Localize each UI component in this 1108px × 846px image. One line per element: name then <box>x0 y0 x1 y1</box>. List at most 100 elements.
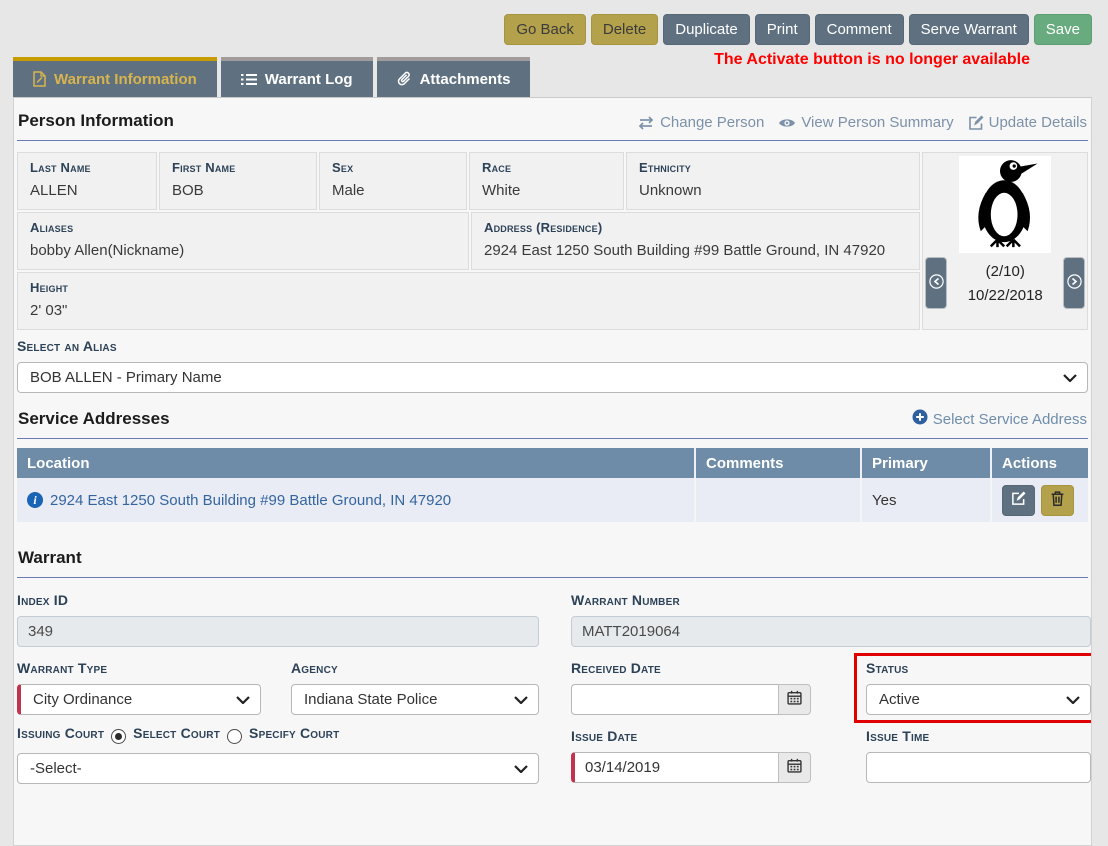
issue-time-group: Issue Time <box>866 728 1091 784</box>
table-row: i 2924 East 1250 South Building #99 Batt… <box>17 478 1088 522</box>
status-value: Active <box>879 691 920 708</box>
received-date-input[interactable] <box>571 684 778 715</box>
person-photo-carousel: (2/10) 10/22/2018 <box>922 152 1088 330</box>
issuing-court-select[interactable]: -Select- <box>17 753 539 784</box>
received-date-group: Received Date <box>571 660 811 715</box>
warrant-form: Index ID Warrant Number Warrant Type Cit… <box>17 592 1088 784</box>
delete-button[interactable]: Delete <box>591 14 658 45</box>
chevron-down-icon <box>514 760 528 777</box>
save-button[interactable]: Save <box>1034 14 1092 45</box>
warrant-number-label: Warrant Number <box>571 592 1091 608</box>
issue-date-input[interactable] <box>571 752 778 783</box>
update-details-link[interactable]: Update Details <box>968 114 1087 131</box>
service-addresses-title: Service Addresses <box>18 409 170 429</box>
select-service-address-label: Select Service Address <box>933 411 1087 428</box>
status-select[interactable]: Active <box>866 684 1091 715</box>
previous-photo-button[interactable] <box>925 257 947 309</box>
column-actions: Actions <box>990 448 1088 478</box>
serve-warrant-button[interactable]: Serve Warrant <box>909 14 1029 45</box>
warrant-type-select[interactable]: City Ordinance <box>17 684 261 715</box>
edit-pencil-icon <box>1011 491 1026 509</box>
select-an-alias-label: Select an Alias <box>17 338 1088 354</box>
exchange-icon <box>637 116 655 130</box>
issue-date-group: Issue Date <box>571 728 811 784</box>
person-photo <box>959 156 1051 253</box>
column-primary: Primary <box>860 448 990 478</box>
tab-warrant-log[interactable]: Warrant Log <box>221 57 373 97</box>
activate-unavailable-notice: The Activate button is no longer availab… <box>714 51 1030 69</box>
person-information-title: Person Information <box>18 111 174 131</box>
service-addresses-table: Location Comments Primary Actions i 2924… <box>17 448 1088 522</box>
change-person-link[interactable]: Change Person <box>637 114 764 131</box>
tab-warrant-information[interactable]: Warrant Information <box>13 57 217 97</box>
person-info-grid: Last NameALLEN First NameBOB SexMale Rac… <box>17 152 1088 330</box>
select-court-label: Select Court <box>133 725 220 741</box>
warrant-header: Warrant <box>17 548 1088 578</box>
update-details-label: Update Details <box>989 114 1087 131</box>
alias-select-block: Select an Alias BOB ALLEN - Primary Name <box>17 338 1088 393</box>
agency-select[interactable]: Indiana State Police <box>291 684 539 715</box>
specify-court-radio[interactable] <box>227 729 242 744</box>
warrant-number-group: Warrant Number <box>571 592 1091 647</box>
issue-time-input[interactable] <box>866 752 1091 783</box>
field-race: RaceWhite <box>469 152 624 210</box>
calendar-icon <box>787 690 802 710</box>
alias-select-value: BOB ALLEN - Primary Name <box>30 369 222 386</box>
duplicate-button[interactable]: Duplicate <box>663 14 750 45</box>
chevron-down-icon <box>514 691 528 708</box>
column-comments: Comments <box>694 448 860 478</box>
next-photo-button[interactable] <box>1063 257 1085 309</box>
warrant-type-value: City Ordinance <box>33 691 132 708</box>
chevron-down-icon <box>1066 691 1080 708</box>
list-icon <box>241 73 257 86</box>
chevron-down-icon <box>236 691 250 708</box>
change-person-label: Change Person <box>660 114 764 131</box>
tab-label: Warrant Information <box>54 71 197 88</box>
row-comments <box>694 478 860 522</box>
plus-circle-icon <box>912 409 928 429</box>
warrant-number-input <box>571 616 1091 647</box>
field-last-name: Last NameALLEN <box>17 152 157 210</box>
select-service-address-link[interactable]: Select Service Address <box>912 409 1087 429</box>
column-location: Location <box>17 448 694 478</box>
warrant-type-label: Warrant Type <box>17 660 261 676</box>
issuing-court-value: -Select- <box>30 760 82 777</box>
agency-value: Indiana State Police <box>304 691 437 708</box>
warrant-information-panel: Person Information Change Person View Pe… <box>13 97 1092 846</box>
table-header: Location Comments Primary Actions <box>17 448 1088 478</box>
field-address-residence: Address (Residence)2924 East 1250 South … <box>471 212 920 270</box>
penguin-image <box>963 156 1047 253</box>
warrant-title: Warrant <box>18 548 82 568</box>
toolbar: Go Back Delete Duplicate Print Comment S… <box>504 14 1092 45</box>
select-court-radio[interactable] <box>111 729 126 744</box>
calendar-icon <box>787 758 802 778</box>
tab-attachments[interactable]: Attachments <box>377 57 531 97</box>
service-addresses-header: Service Addresses Select Service Address <box>17 409 1088 439</box>
field-ethnicity: EthnicityUnknown <box>626 152 920 210</box>
issuing-court-label: Issuing Court <box>17 725 104 741</box>
field-sex: SexMale <box>319 152 467 210</box>
delete-address-button[interactable] <box>1041 485 1074 516</box>
eye-icon <box>778 117 796 129</box>
calendar-button[interactable] <box>778 684 811 715</box>
go-back-button[interactable]: Go Back <box>504 14 586 45</box>
index-id-label: Index ID <box>17 592 539 608</box>
field-height: Height2' 03" <box>17 272 920 330</box>
service-address-link[interactable]: 2924 East 1250 South Building #99 Battle… <box>50 492 451 509</box>
calendar-button[interactable] <box>778 752 811 783</box>
agency-label: Agency <box>291 660 539 676</box>
comment-button[interactable]: Comment <box>815 14 904 45</box>
index-id-input <box>17 616 539 647</box>
tab-label: Attachments <box>420 71 511 88</box>
print-button[interactable]: Print <box>755 14 810 45</box>
info-icon[interactable]: i <box>27 492 43 508</box>
status-label: Status <box>866 660 1091 676</box>
alias-select[interactable]: BOB ALLEN - Primary Name <box>17 362 1088 393</box>
field-first-name: First NameBOB <box>159 152 317 210</box>
tab-bar: Warrant Information Warrant Log Attachme… <box>13 57 530 97</box>
edit-address-button[interactable] <box>1002 485 1035 516</box>
specify-court-label: Specify Court <box>249 725 339 741</box>
chevron-down-icon <box>1063 369 1077 386</box>
view-person-summary-link[interactable]: View Person Summary <box>778 114 953 131</box>
arrow-right-circle-icon <box>1067 274 1082 292</box>
